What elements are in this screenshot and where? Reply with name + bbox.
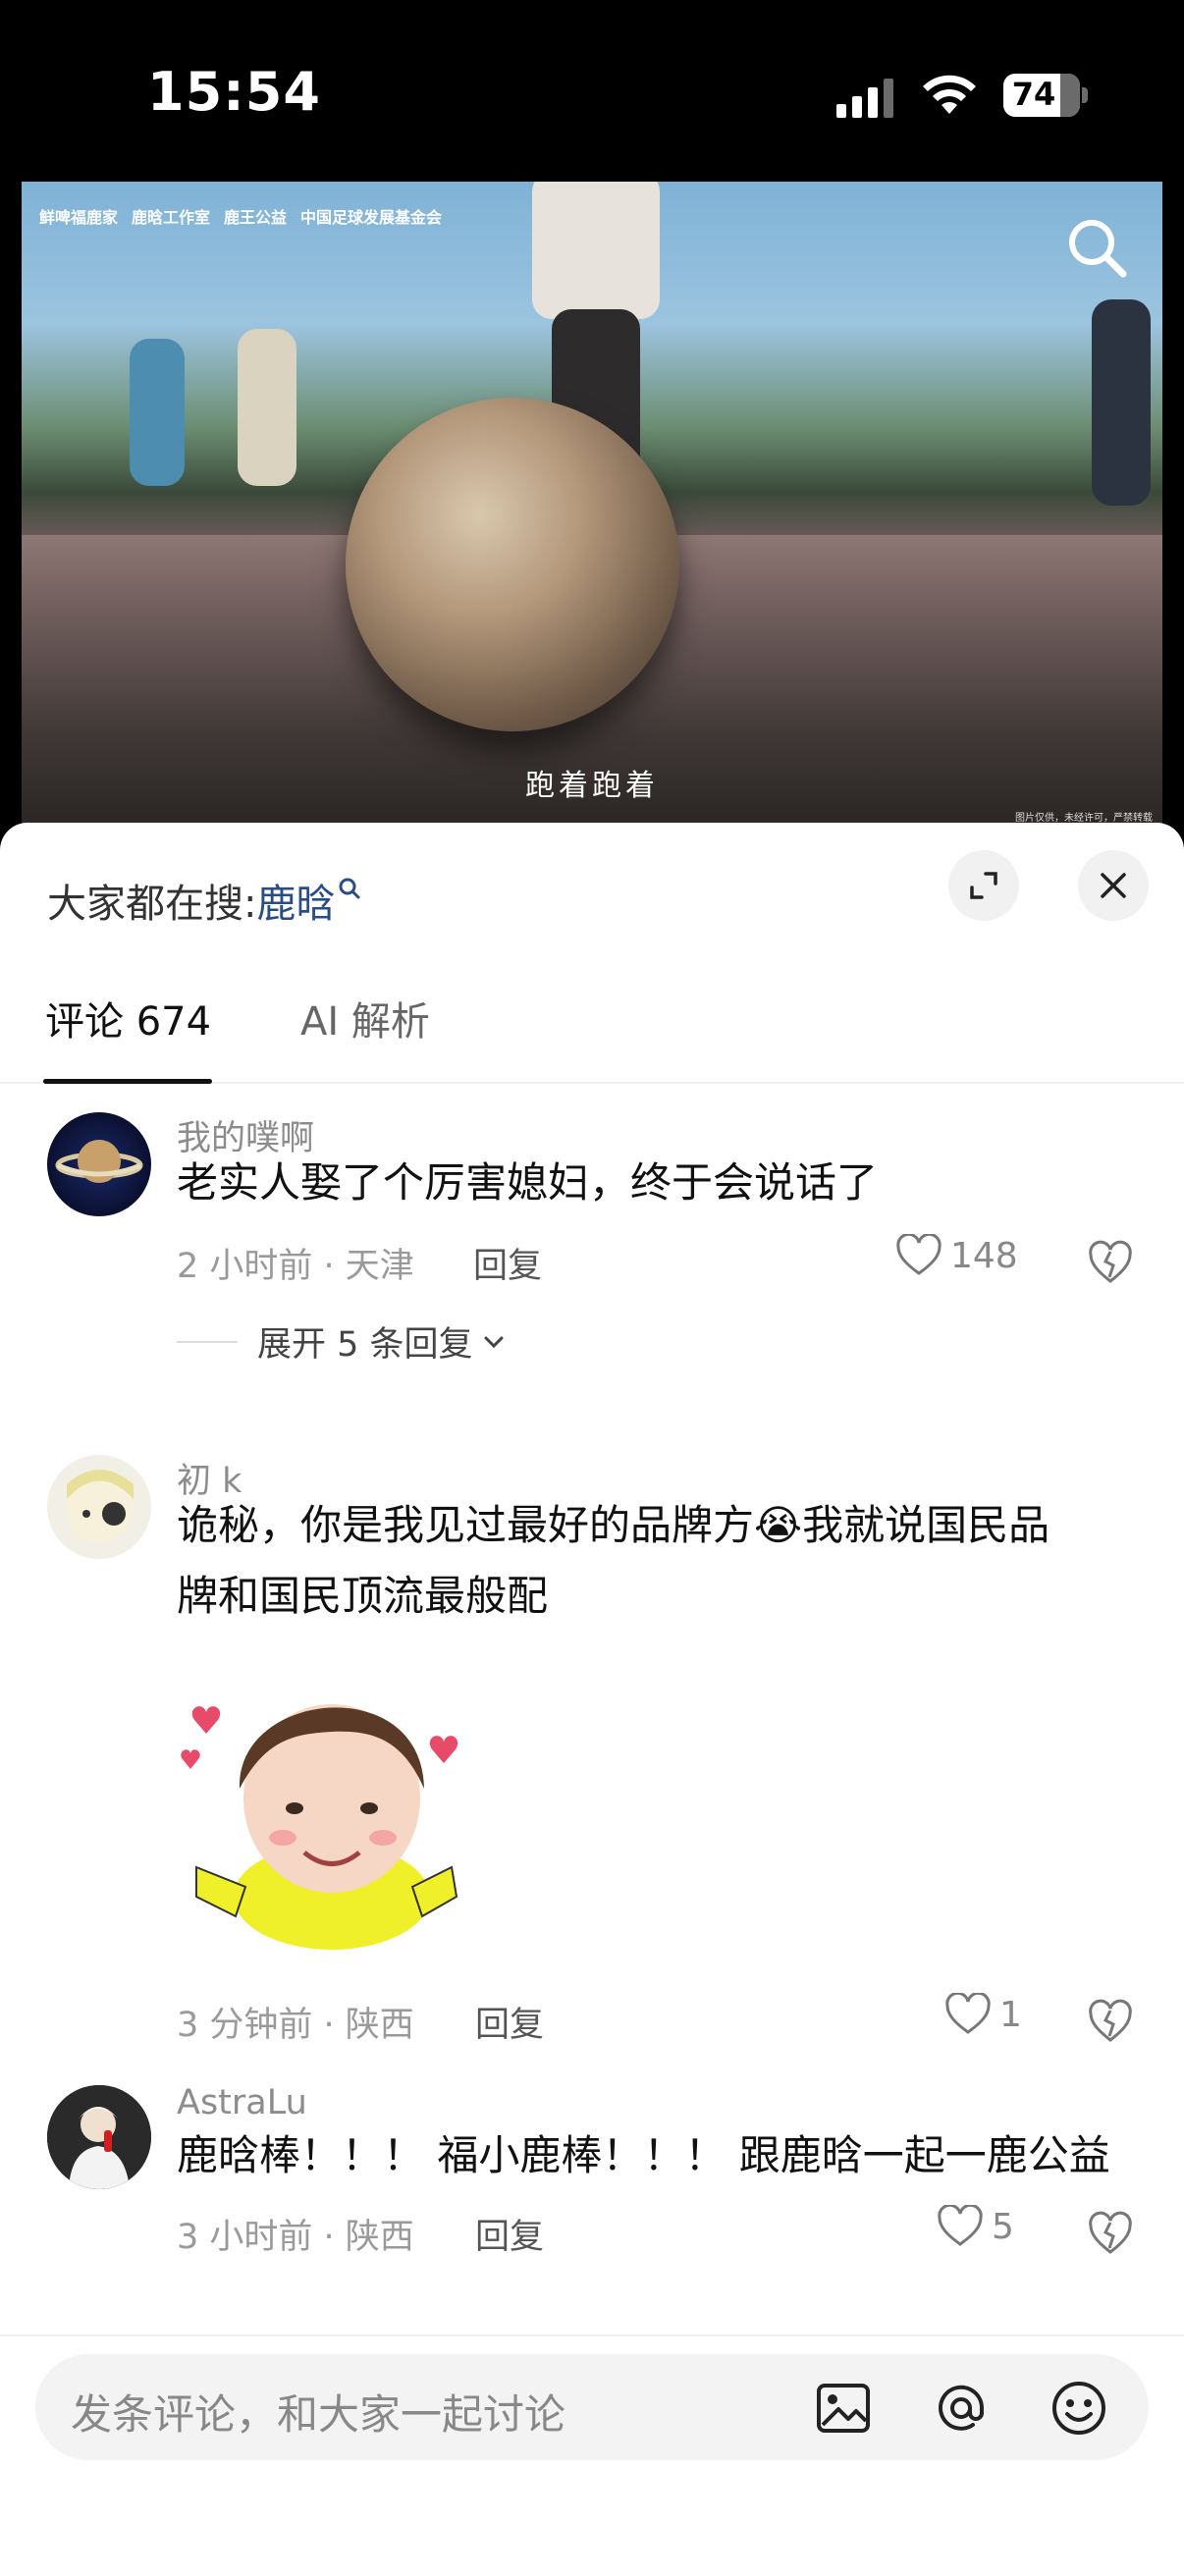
status-bar: 15:54 74	[0, 0, 1184, 177]
comment-text: 鹿晗棒！！！ 福小鹿棒！！！ 跟鹿晗一起一鹿公益	[177, 2131, 1110, 2179]
comment-meta: 3 分钟前 · 陕西	[177, 2006, 414, 2045]
video-caption: 跑着跑着	[525, 769, 659, 803]
avatar[interactable]	[47, 1112, 151, 1216]
video-player[interactable]: 鲜啤福鹿家 鹿晗工作室 鹿王公益 中国足球发展基金会 跑着跑着 图片仅供，未经许…	[22, 182, 1162, 830]
comment-sheet: 大家都在搜:鹿晗 评论 674 AI 解析 我的噗啊 老实人娶了个厉害媳妇，终于…	[0, 823, 1184, 2576]
expand-icon	[970, 872, 997, 899]
video-figure	[130, 339, 185, 486]
comment-input-placeholder: 发条评论，和大家一起讨论	[71, 2390, 566, 2439]
comment-meta: 2 小时前 · 天津	[177, 1247, 414, 1286]
like-button[interactable]: 148	[895, 1234, 1018, 1277]
comment-meta: 3 小时前 · 陕西	[177, 2218, 414, 2257]
like-count: 5	[992, 2206, 1014, 2247]
dislike-icon[interactable]	[1086, 1997, 1135, 2046]
crying-emoji: 😭	[754, 1501, 803, 1549]
expand-replies-label: 展开 5 条回复	[257, 1325, 473, 1365]
heart-icon	[945, 1993, 991, 2034]
expand-button[interactable]	[948, 850, 1019, 921]
dislike-icon[interactable]	[1086, 2209, 1135, 2258]
logo-text: 中国足球发展基金会	[300, 208, 443, 227]
hot-search[interactable]: 大家都在搜:鹿晗	[47, 872, 362, 929]
like-count: 148	[950, 1235, 1018, 1276]
search-icon[interactable]	[1062, 213, 1133, 284]
video-logos: 鲜啤福鹿家 鹿晗工作室 鹿王公益 中国足球发展基金会	[39, 199, 442, 233]
wifi-icon	[923, 75, 976, 114]
dislike-icon[interactable]	[1086, 1238, 1135, 1287]
close-button[interactable]	[1078, 850, 1149, 921]
emoji-icon[interactable]	[1049, 2378, 1109, 2439]
mention-icon[interactable]	[931, 2378, 992, 2439]
image-icon[interactable]	[813, 2378, 874, 2439]
heart-icon	[938, 2205, 983, 2246]
video-figure	[238, 329, 296, 486]
planet-avatar-image	[55, 1140, 143, 1183]
video-figure	[1092, 299, 1151, 506]
comment-text: 诡秘，你是我见过最好的品牌方😭我就说国民品 牌和国民顶流最般配	[177, 1490, 1139, 1632]
expand-replies-button[interactable]: 展开 5 条回复	[177, 1316, 509, 1367]
tab-comments[interactable]: 评论 674	[45, 990, 211, 1046]
like-button[interactable]: 5	[937, 2205, 1014, 2248]
search-icon	[339, 878, 360, 899]
avatar[interactable]	[47, 1455, 151, 1559]
comment-input-bar: 发条评论，和大家一起讨论	[0, 2334, 1184, 2576]
football	[346, 398, 679, 731]
chevron-down-icon	[484, 1336, 504, 1348]
comment-text-part: 牌和国民顶流最般配	[177, 1572, 549, 1620]
divider-line	[177, 1340, 238, 1343]
battery-level: 74	[1011, 76, 1056, 113]
cartoon-avatar-image	[66, 1470, 134, 1542]
tab-bar: 评论 674 AI 解析	[0, 970, 1184, 1084]
active-tab-indicator	[43, 1079, 212, 1084]
video-figure	[532, 182, 660, 319]
reply-button[interactable]: 回复	[475, 2209, 544, 2259]
like-count: 1	[999, 1994, 1022, 2035]
reply-button[interactable]: 回复	[473, 1238, 542, 1288]
logo-text: 鹿晗工作室	[132, 208, 211, 227]
avatar[interactable]	[47, 2085, 151, 2189]
like-button[interactable]: 1	[944, 1993, 1022, 2036]
reply-button[interactable]: 回复	[475, 1997, 544, 2047]
hot-search-label: 大家都在搜:	[47, 882, 257, 927]
sticker-image[interactable]	[177, 1651, 471, 1956]
logo-text: 鹿王公益	[224, 208, 288, 227]
comment-text: 老实人娶了个厉害媳妇，终于会说话了	[177, 1158, 879, 1207]
heart-icon	[896, 1234, 942, 1275]
hot-search-keyword[interactable]: 鹿晗	[256, 882, 335, 927]
video-credits: 图片仅供，未经许可，严禁转载	[1015, 813, 1153, 824]
comment-input[interactable]: 发条评论，和大家一起讨论	[35, 2354, 1149, 2460]
cellular-signal-icon	[836, 79, 893, 118]
comment-username[interactable]: AstraLu	[177, 2083, 307, 2122]
close-icon	[1101, 873, 1126, 898]
comment-text-part: 我就说国民品	[802, 1501, 1050, 1549]
person-avatar-image	[47, 2085, 151, 2189]
logo-text: 鲜啤福鹿家	[39, 208, 119, 227]
comment-text-part: 诡秘，你是我见过最好的品牌方	[177, 1501, 755, 1549]
battery-indicator: 74	[1003, 74, 1088, 117]
tab-ai-analysis[interactable]: AI 解析	[300, 990, 430, 1046]
status-time: 15:54	[147, 61, 321, 123]
